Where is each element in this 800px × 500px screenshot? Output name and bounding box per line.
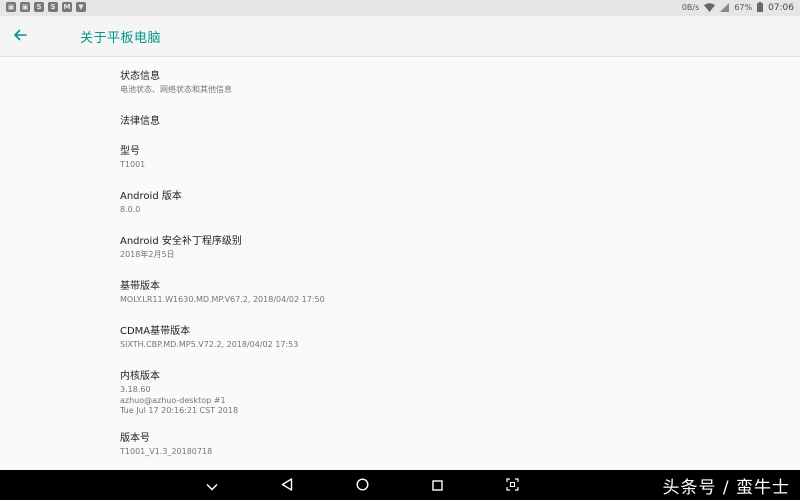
settings-item-status-info[interactable]: 状态信息 电池状态、网络状态和其他信息 [120,70,720,96]
recents-square-icon [431,476,443,495]
item-summary: MOLY.LR11.W1630.MD.MP.V67.2, 2018/04/02 … [120,295,325,304]
item-summary: 3.18.60 azhuo@azhuo-desktop #1 Tue Jul 1… [120,385,239,415]
chevron-down-icon [206,476,218,495]
signal-icon [720,2,730,14]
item-title: CDMA基带版本 [120,326,191,337]
settings-item-build-number[interactable]: 版本号 T1001_V1.3_20180718 [120,432,720,458]
home-circle-icon [355,476,369,495]
arrow-left-icon [13,27,27,46]
item-title: Android 版本 [120,191,182,202]
hide-nav-button[interactable] [200,473,224,497]
item-summary: 8.0.0 [120,205,141,214]
nav-back-button[interactable] [275,473,299,497]
screenshot-icon [505,476,519,495]
wifi-icon [704,2,716,14]
settings-item-baseband-version[interactable]: 基带版本 MOLY.LR11.W1630.MD.MP.V67.2, 2018/0… [120,280,720,306]
battery-icon [757,2,764,14]
item-title: 状态信息 [120,71,160,82]
navigation-bar: 头条号 / 蛮牛士 [0,470,800,500]
item-title: 型号 [120,146,140,157]
settings-item-kernel-version[interactable]: 内核版本 3.18.60 azhuo@azhuo-desktop #1 Tue … [120,370,720,417]
notification-icons: ▣ ▣ S S M ▼ [6,2,86,12]
app-s-icon: S [48,2,58,12]
nav-recents-button[interactable] [425,473,449,497]
item-title: 版本号 [120,433,150,444]
settings-item-model[interactable]: 型号 T1001 [120,145,720,171]
settings-item-security-patch-level[interactable]: Android 安全补丁程序级别 2018年2月5日 [120,235,720,261]
back-button[interactable] [8,24,32,48]
app-toolbar: 关于平板电脑 [0,16,800,57]
image-icon: ▣ [20,2,30,12]
screenshot-button[interactable] [500,473,524,497]
item-summary: T1001_V1.3_20180718 [120,447,213,456]
settings-item-legal-info[interactable]: 法律信息 [120,115,720,128]
clock: 07:06 [768,3,794,13]
image-icon: ▣ [6,2,16,12]
item-title: 基带版本 [120,281,160,292]
item-summary: 电池状态、网络状态和其他信息 [120,85,232,94]
page-title: 关于平板电脑 [80,31,162,46]
item-title: 内核版本 [120,371,160,382]
back-triangle-icon [281,476,293,495]
nav-home-button[interactable] [350,473,374,497]
battery-percent: 67% [734,3,753,12]
app-s-icon: S [34,2,44,12]
watermark-text: 头条号 / 蛮牛士 [662,478,790,498]
item-summary: T1001 [120,160,146,169]
item-title: Android 安全补丁程序级别 [120,236,242,247]
app-bag-icon: ▼ [76,2,86,12]
item-title: 法律信息 [120,116,160,127]
item-summary: SIXTH.CBP.MD.MP5.V72.2, 2018/04/02 17:53 [120,340,299,349]
net-speed: 0B/s [681,3,700,12]
item-summary: 2018年2月5日 [120,250,175,259]
settings-item-android-version[interactable]: Android 版本 8.0.0 [120,190,720,216]
app-m-icon: M [62,2,72,12]
status-bar: ▣ ▣ S S M ▼ 0B/s 67% 07:06 [0,0,800,16]
settings-item-cdma-baseband-version[interactable]: CDMA基带版本 SIXTH.CBP.MD.MP5.V72.2, 2018/04… [120,325,720,351]
status-indicators: 0B/s 67% 07:06 [682,2,794,14]
